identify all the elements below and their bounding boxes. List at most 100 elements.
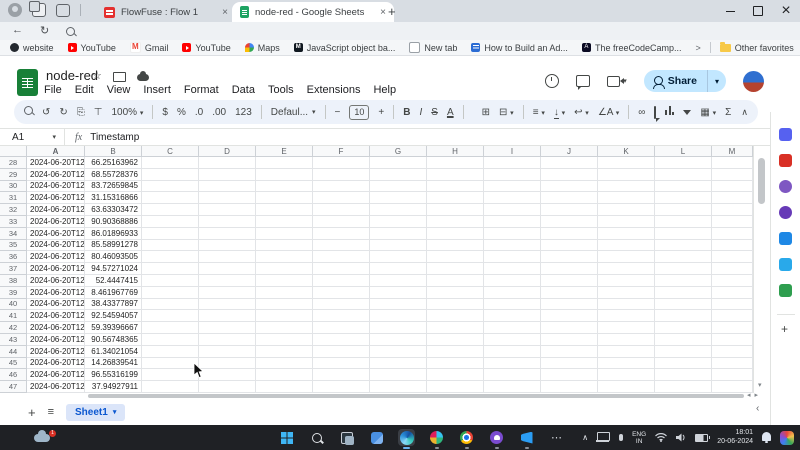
bookmark-how-to-build-an-ad[interactable]: How to Build an Ad... bbox=[471, 43, 568, 53]
cell-empty[interactable] bbox=[199, 251, 256, 263]
cell-b37[interactable]: 94.57271024 bbox=[85, 263, 142, 275]
cell-b46[interactable]: 96.55316199 bbox=[85, 369, 142, 381]
window-restore-button[interactable] bbox=[744, 0, 772, 22]
column-header-g[interactable]: G bbox=[370, 146, 427, 157]
github-icon[interactable] bbox=[488, 429, 505, 446]
cell-empty[interactable] bbox=[256, 192, 313, 204]
cell-empty[interactable] bbox=[427, 216, 484, 228]
cell-empty[interactable] bbox=[256, 251, 313, 263]
cell-empty[interactable] bbox=[484, 204, 541, 216]
cell-empty[interactable] bbox=[484, 181, 541, 193]
cell-b42[interactable]: 59.39396667 bbox=[85, 322, 142, 334]
more-icon[interactable]: ⋯ bbox=[548, 429, 565, 446]
increase-font-size-button[interactable]: + bbox=[378, 107, 384, 118]
row-header-39[interactable]: 39 bbox=[0, 287, 27, 299]
cell-empty[interactable] bbox=[427, 157, 484, 169]
cell-b33[interactable]: 90.90368886 bbox=[85, 216, 142, 228]
cell-a37[interactable]: 2024-06-20T12:: bbox=[27, 263, 85, 275]
cell-empty[interactable] bbox=[598, 358, 655, 370]
name-box[interactable]: A1▾ bbox=[0, 132, 64, 143]
cell-empty[interactable] bbox=[427, 369, 484, 381]
document-title[interactable]: node-red bbox=[46, 68, 98, 83]
cell-empty[interactable] bbox=[541, 192, 598, 204]
start-icon[interactable] bbox=[278, 429, 295, 446]
cell-b32[interactable]: 63.63303472 bbox=[85, 204, 142, 216]
row-header-44[interactable]: 44 bbox=[0, 346, 27, 358]
cell-a30[interactable]: 2024-06-20T12:: bbox=[27, 181, 85, 193]
cell-empty[interactable] bbox=[712, 228, 753, 240]
cell-empty[interactable] bbox=[712, 322, 753, 334]
clock[interactable]: 18:0120-06-2024 bbox=[717, 429, 753, 446]
toolbar-search-icon[interactable] bbox=[24, 106, 33, 118]
cell-empty[interactable] bbox=[370, 275, 427, 287]
font-select[interactable]: Defaul...▾ bbox=[271, 107, 316, 118]
cell-empty[interactable] bbox=[655, 275, 712, 287]
cell-empty[interactable] bbox=[370, 381, 427, 393]
cell-empty[interactable] bbox=[370, 181, 427, 193]
cell-empty[interactable] bbox=[256, 358, 313, 370]
text-color-button[interactable]: A bbox=[447, 107, 454, 118]
column-header-f[interactable]: F bbox=[313, 146, 370, 157]
cell-empty[interactable] bbox=[142, 299, 199, 311]
text-rotation-icon[interactable]: ∠A ▾ bbox=[598, 107, 619, 118]
cell-empty[interactable] bbox=[313, 240, 370, 252]
cell-empty[interactable] bbox=[199, 192, 256, 204]
cell-empty[interactable] bbox=[598, 240, 655, 252]
cell-empty[interactable] bbox=[712, 216, 753, 228]
cell-empty[interactable] bbox=[598, 334, 655, 346]
cell-a47[interactable]: 2024-06-20T12:: bbox=[27, 381, 85, 393]
tab-actions-icon[interactable] bbox=[56, 4, 70, 17]
menu-insert[interactable]: Insert bbox=[143, 84, 171, 96]
comments-icon[interactable] bbox=[576, 75, 590, 87]
cell-empty[interactable] bbox=[712, 334, 753, 346]
column-header-j[interactable]: J bbox=[541, 146, 598, 157]
column-header-i[interactable]: I bbox=[484, 146, 541, 157]
cell-empty[interactable] bbox=[598, 228, 655, 240]
cell-empty[interactable] bbox=[313, 358, 370, 370]
cell-empty[interactable] bbox=[541, 275, 598, 287]
cell-empty[interactable] bbox=[370, 204, 427, 216]
cell-empty[interactable] bbox=[712, 358, 753, 370]
cell-a31[interactable]: 2024-06-20T12:: bbox=[27, 192, 85, 204]
cell-empty[interactable] bbox=[712, 204, 753, 216]
camera-icon[interactable] bbox=[779, 232, 792, 245]
cell-empty[interactable] bbox=[313, 334, 370, 346]
cell-empty[interactable] bbox=[142, 358, 199, 370]
row-header-38[interactable]: 38 bbox=[0, 275, 27, 287]
cell-empty[interactable] bbox=[256, 369, 313, 381]
browser-profile-icon[interactable] bbox=[8, 3, 22, 17]
column-header-h[interactable]: H bbox=[427, 146, 484, 157]
cell-empty[interactable] bbox=[427, 358, 484, 370]
vertical-scrollbar-thumb[interactable] bbox=[758, 158, 765, 204]
cell-empty[interactable] bbox=[598, 251, 655, 263]
horizontal-align-icon[interactable]: ≡ ▾ bbox=[533, 107, 545, 118]
strikethrough-button[interactable]: S bbox=[431, 107, 438, 118]
cell-empty[interactable] bbox=[142, 169, 199, 181]
merge-cells-icon[interactable]: ⊟ ▾ bbox=[499, 107, 514, 118]
bookmark-website[interactable]: website bbox=[10, 43, 54, 53]
cell-empty[interactable] bbox=[655, 240, 712, 252]
column-header-l[interactable]: L bbox=[655, 146, 712, 157]
cell-empty[interactable] bbox=[142, 275, 199, 287]
cell-empty[interactable] bbox=[313, 181, 370, 193]
cell-empty[interactable] bbox=[256, 275, 313, 287]
cell-empty[interactable] bbox=[199, 216, 256, 228]
cell-empty[interactable] bbox=[142, 334, 199, 346]
weather-widget[interactable]: 1 bbox=[34, 430, 58, 445]
cell-empty[interactable] bbox=[313, 310, 370, 322]
cell-empty[interactable] bbox=[256, 381, 313, 393]
row-header-28[interactable]: 28 bbox=[0, 157, 27, 169]
bookmark-maps[interactable]: Maps bbox=[245, 43, 280, 53]
row-header-30[interactable]: 30 bbox=[0, 181, 27, 193]
cell-empty[interactable] bbox=[199, 369, 256, 381]
cell-a34[interactable]: 2024-06-20T12:: bbox=[27, 228, 85, 240]
all-sheets-icon[interactable]: ≡ bbox=[48, 406, 54, 418]
cell-empty[interactable] bbox=[313, 157, 370, 169]
task-view-icon[interactable] bbox=[338, 429, 355, 446]
menu-view[interactable]: View bbox=[107, 84, 131, 96]
cell-empty[interactable] bbox=[484, 263, 541, 275]
tab-flowfuse[interactable]: FlowFuse : Flow 1 × bbox=[96, 2, 236, 22]
share-button[interactable]: Share ▾ bbox=[644, 70, 726, 92]
cell-empty[interactable] bbox=[655, 181, 712, 193]
tab-close-icon[interactable]: × bbox=[222, 7, 228, 18]
